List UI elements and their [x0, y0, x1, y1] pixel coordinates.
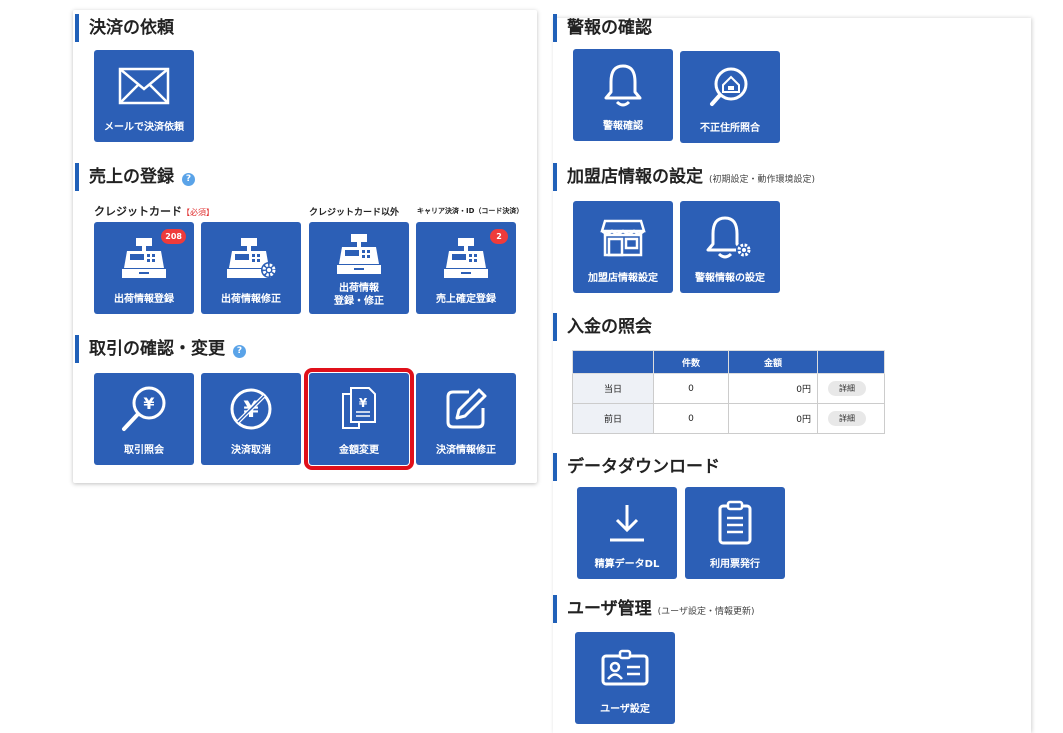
amount-change-label: 金額変更	[339, 445, 379, 456]
transaction-inquiry-button[interactable]: ¥ 取引照会	[94, 373, 194, 465]
cash-register-gear-icon	[201, 234, 301, 282]
payment-info-fix-label: 決済情報修正	[436, 445, 496, 456]
cash-register-icon	[309, 230, 409, 278]
row-count: 0	[653, 403, 729, 434]
row-count: 0	[653, 373, 729, 404]
merchant-info-button[interactable]: 加盟店情報設定	[573, 201, 673, 293]
shop-icon	[573, 213, 673, 261]
bell-icon	[573, 61, 673, 109]
payment-cancel-button[interactable]: ¥ 決済取消	[201, 373, 301, 465]
section-title-deposit: 入金の照会	[553, 313, 652, 341]
sales-confirm-label: 売上確定登録	[436, 294, 496, 305]
alert-check-label: 警報確認	[603, 121, 643, 132]
section-title-data-download: データダウンロード	[553, 453, 720, 481]
user-settings-label: ユーザ設定	[600, 704, 650, 715]
section-title-alert-check: 警報の確認	[553, 14, 652, 42]
shipping-register-button[interactable]: 208 出荷情報登録	[94, 222, 194, 314]
table-row: 前日 0 0円 詳細	[572, 403, 885, 434]
download-icon	[577, 499, 677, 547]
shipping-fix-label: 出荷情報修正	[221, 294, 281, 305]
row-label: 前日	[572, 403, 654, 434]
settlement-dl-button[interactable]: 精算データDL	[577, 487, 677, 579]
table-header	[572, 350, 654, 374]
transaction-inquiry-label: 取引照会	[124, 445, 164, 456]
house-search-icon	[680, 63, 780, 111]
deposit-table: 件数 金額 当日 0 0円 詳細 前日 0 0円 詳細	[572, 350, 885, 434]
amount-change-button[interactable]: ¥ 金額変更	[304, 368, 414, 470]
row-amount: 0円	[728, 403, 818, 434]
yen-magnifier-icon: ¥	[94, 385, 194, 433]
section-title-payment-request: 決済の依頼	[75, 14, 174, 42]
detail-button[interactable]: 詳細	[828, 381, 866, 396]
notification-badge: 208	[161, 229, 186, 244]
clipboard-icon	[685, 499, 785, 547]
help-icon[interactable]: ?	[233, 345, 246, 358]
address-check-label: 不正住所照合	[700, 123, 760, 134]
payment-info-fix-button[interactable]: 決済情報修正	[416, 373, 516, 465]
mail-icon	[94, 62, 194, 110]
alert-check-button[interactable]: 警報確認	[573, 49, 673, 141]
table-header-row: 件数 金額	[572, 350, 885, 374]
usage-slip-label: 利用票発行	[710, 559, 760, 570]
yen-cancel-icon: ¥	[201, 385, 301, 433]
table-header: 金額	[728, 350, 818, 374]
shipping-fix-button[interactable]: 出荷情報修正	[201, 222, 301, 314]
section-title-user-management: ユーザ管理 (ユーザ設定・情報更新)	[553, 595, 755, 623]
mail-payment-label: メールで決済依頼	[104, 122, 184, 133]
usage-slip-button[interactable]: 利用票発行	[685, 487, 785, 579]
settlement-dl-label: 精算データDL	[594, 559, 660, 570]
table-row: 当日 0 0円 詳細	[572, 373, 885, 404]
carrier-label: キャリア決済・ID（コード決済）	[417, 207, 524, 215]
bell-gear-icon	[680, 213, 780, 261]
alert-settings-label: 警報情報の設定	[695, 273, 765, 284]
shipping-edit-button[interactable]: 出荷情報 登録・修正	[309, 222, 409, 314]
section-title-transaction-check: 取引の確認・変更 ?	[75, 335, 246, 363]
section-title-sales-registration: 売上の登録 ?	[75, 163, 195, 191]
table-header: 件数	[653, 350, 729, 374]
help-icon[interactable]: ?	[182, 173, 195, 186]
mail-payment-button[interactable]: メールで決済依頼	[94, 50, 194, 142]
user-settings-button[interactable]: ユーザ設定	[575, 632, 675, 724]
alert-settings-button[interactable]: 警報情報の設定	[680, 201, 780, 293]
notification-badge: 2	[490, 229, 508, 244]
shipping-register-label: 出荷情報登録	[114, 294, 174, 305]
credit-card-label: クレジットカード【必須】	[94, 205, 214, 218]
sales-confirm-button[interactable]: 2 売上確定登録	[416, 222, 516, 314]
id-card-icon	[575, 644, 675, 692]
svg-text:¥: ¥	[143, 394, 154, 413]
edit-icon	[416, 385, 516, 433]
merchant-info-label: 加盟店情報設定	[588, 273, 658, 284]
row-amount: 0円	[728, 373, 818, 404]
shipping-edit-label: 出荷情報 登録・修正	[334, 283, 384, 307]
detail-button[interactable]: 詳細	[828, 411, 866, 426]
yen-document-icon: ¥	[309, 385, 409, 433]
section-title-merchant-settings: 加盟店情報の設定 (初期設定・動作環境設定)	[553, 163, 815, 191]
row-label: 当日	[572, 373, 654, 404]
svg-text:¥: ¥	[359, 396, 368, 410]
table-header	[817, 350, 885, 374]
payment-cancel-label: 決済取消	[231, 445, 271, 456]
address-check-button[interactable]: 不正住所照合	[680, 51, 780, 143]
non-credit-label: クレジットカード以外	[309, 208, 400, 218]
